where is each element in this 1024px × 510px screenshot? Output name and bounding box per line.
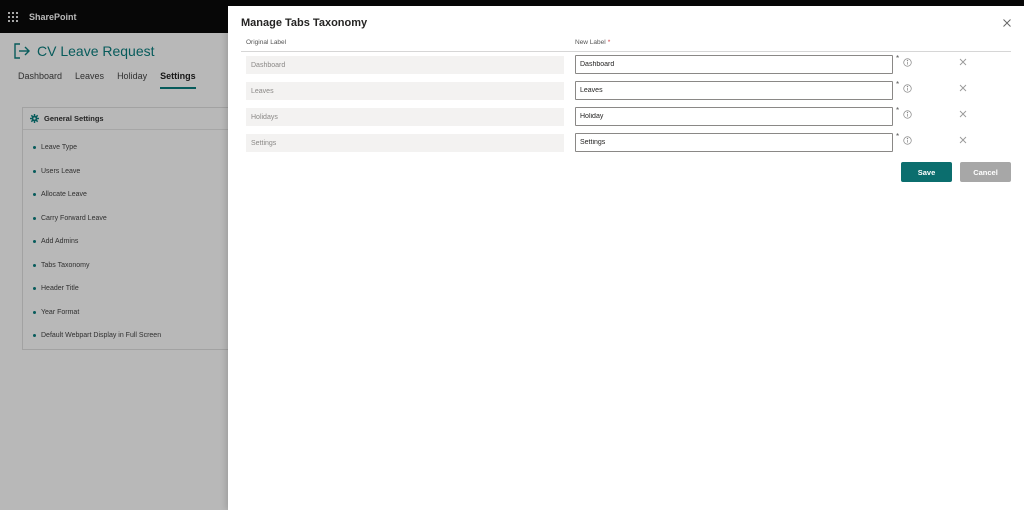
header-divider xyxy=(241,51,1011,52)
taxonomy-row: Holidays * xyxy=(246,106,1006,127)
required-mark: * xyxy=(896,132,900,141)
new-label-input[interactable] xyxy=(575,107,893,126)
remove-row-icon[interactable] xyxy=(959,110,967,118)
manage-tabs-taxonomy-panel: Manage Tabs Taxonomy Original Label New … xyxy=(228,6,1024,510)
original-label-field: Holidays xyxy=(246,108,564,126)
save-button[interactable]: Save xyxy=(901,162,952,182)
new-label-input[interactable] xyxy=(575,55,893,74)
required-mark: * xyxy=(896,80,900,89)
required-mark: * xyxy=(896,54,900,63)
remove-row-icon[interactable] xyxy=(959,136,967,144)
remove-row-icon[interactable] xyxy=(959,58,967,66)
info-icon[interactable] xyxy=(903,110,912,119)
info-icon[interactable] xyxy=(903,84,912,93)
new-label-input[interactable] xyxy=(575,81,893,100)
taxonomy-row: Leaves * xyxy=(246,80,1006,101)
original-label-field: Settings xyxy=(246,134,564,152)
required-mark: * xyxy=(896,106,900,115)
new-label-header: New Label * xyxy=(575,39,611,46)
original-label-field: Leaves xyxy=(246,82,564,100)
original-label-field: Dashboard xyxy=(246,56,564,74)
close-icon[interactable] xyxy=(1002,18,1012,28)
remove-row-icon[interactable] xyxy=(959,84,967,92)
cancel-button[interactable]: Cancel xyxy=(960,162,1011,182)
required-mark: * xyxy=(607,39,611,46)
info-icon[interactable] xyxy=(903,58,912,67)
panel-title: Manage Tabs Taxonomy xyxy=(241,17,368,29)
taxonomy-row: Dashboard * xyxy=(246,54,1006,75)
info-icon[interactable] xyxy=(903,136,912,145)
new-label-input[interactable] xyxy=(575,133,893,152)
original-label-header: Original Label xyxy=(246,39,287,46)
taxonomy-row: Settings * xyxy=(246,132,1006,153)
